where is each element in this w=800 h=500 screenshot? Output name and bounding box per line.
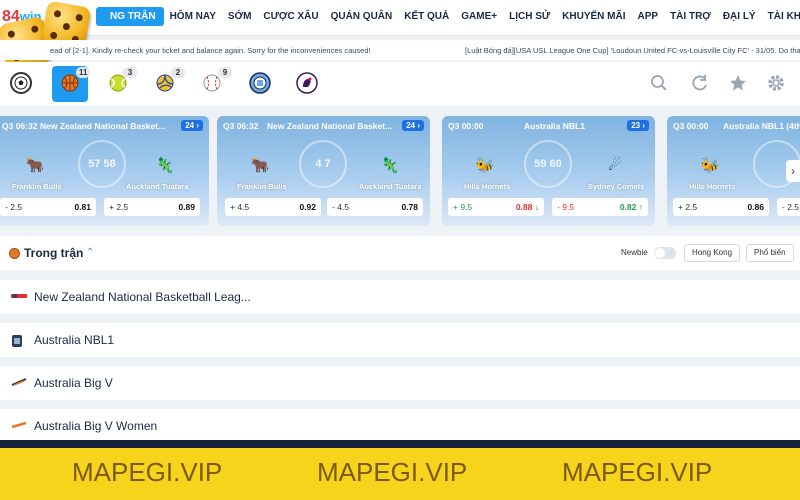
match-time: Q3 00:00 (448, 121, 484, 131)
comet-logo-icon: ☄ (608, 157, 622, 174)
nav-item-promotions[interactable]: KHUYẾN MÃI (556, 7, 631, 26)
market-count-button[interactable]: 23 › (627, 120, 649, 131)
soccer-ball-icon[interactable] (10, 72, 32, 94)
match-card[interactable]: Q3 00:00 Australia NBL1 (4th 🐝 Hills Hor… (667, 116, 800, 226)
odds-format-select[interactable]: Hong Kong (684, 244, 741, 262)
top-navigation: 84win NG TRẬN HÔM NAY SỚM CƯỢC XÂU QUÁN … (0, 0, 800, 36)
hornet-logo-icon: 🐝 (475, 157, 495, 174)
league-row[interactable]: Australia Big V (0, 366, 800, 400)
market-count-button[interactable]: 24 › (181, 120, 203, 131)
tuatara-logo-icon: 🦎 (380, 157, 400, 174)
big-v-women-logo-icon (11, 420, 27, 432)
match-card[interactable]: Q3 00:00 Australia NBL1 23 › 59 60 🐝 ☄ H… (442, 116, 655, 226)
nav-item-app[interactable]: APP (632, 7, 665, 26)
away-team: Auckland Tuatara (359, 182, 422, 191)
odds-home[interactable]: - 2.5 0.81 (0, 198, 96, 216)
in-play-header: Trong trận ⌃ Newbie Hong Kong Phổ biến (0, 236, 800, 270)
league-name: Australia Big V (34, 376, 113, 390)
ticker-text-right: [Luật Bóng đá][USA USL League One Cup] '… (465, 46, 800, 55)
nav-item-in-play[interactable]: NG TRẬN (96, 7, 164, 26)
search-icon[interactable] (650, 74, 668, 97)
odds-away[interactable]: - 2.5 (777, 198, 800, 216)
basketball-count-badge: 11 (76, 67, 91, 78)
away-team: Sydney Comets (588, 182, 645, 191)
match-time: Q3 00:00 (673, 121, 709, 131)
chevron-right-icon[interactable]: › (786, 160, 800, 182)
arrow-down-icon: ↓ (532, 202, 539, 212)
league-name: Australia NBL1 (34, 333, 115, 347)
newbie-toggle[interactable] (654, 247, 676, 259)
score-crest: 59 60 (524, 140, 572, 188)
nav-item-outright[interactable]: QUÁN QUÂN (325, 7, 399, 26)
nav-item-today[interactable]: HÔM NAY (164, 7, 222, 26)
odds-away[interactable]: + 2.5 0.89 (104, 198, 200, 216)
league-row[interactable]: New Zealand National Basketball Leag... (0, 280, 800, 314)
nzl-flag-icon (11, 291, 27, 303)
nav-item-game-plus[interactable]: GAME+ (455, 7, 503, 26)
nbl1-logo-icon (11, 334, 27, 347)
odds-home[interactable]: + 2.5 0.86 (673, 198, 769, 216)
nav-menu: NG TRẬN HÔM NAY SỚM CƯỢC XÂU QUÁN QUÂN K… (96, 7, 800, 26)
news-ticker: ead of [2-1]. Kindly re-check your ticke… (0, 40, 800, 60)
odds-home[interactable]: + 4.5 0.92 (225, 198, 321, 216)
nav-item-parlay[interactable]: CƯỢC XÂU (257, 7, 324, 26)
banner-text: MAPEGI.VIP (317, 457, 468, 487)
score-crest: 57 58 (78, 140, 126, 188)
volleyball-count-badge: 2 (171, 67, 185, 78)
nav-item-agent[interactable]: ĐẠI LÝ (717, 7, 762, 26)
ticker-text-left: ead of [2-1]. Kindly re-check your ticke… (50, 46, 371, 55)
hornet-logo-icon: 🐝 (700, 157, 720, 174)
match-league: New Zealand National Basket... (267, 121, 393, 131)
arrow-up-icon: ↑ (636, 202, 643, 212)
home-team: Franklin Bulls (237, 182, 287, 191)
home-team: Franklin Bulls (12, 182, 62, 191)
big-v-logo-icon (11, 377, 27, 389)
nav-item-account[interactable]: TÀI KHOẢN (762, 7, 800, 26)
home-team: Hills Hornets (464, 182, 511, 191)
match-time: Q3 06:32 (2, 121, 38, 131)
match-card[interactable]: Q3 06:32 New Zealand National Basket... … (217, 116, 430, 226)
league-name: New Zealand National Basketball Leag... (34, 290, 251, 304)
tuatara-logo-icon: 🦎 (155, 157, 175, 174)
league-row[interactable]: Australia NBL1 (0, 323, 800, 357)
chevron-up-icon[interactable]: ⌃ (86, 247, 94, 258)
bull-logo-icon: 🐂 (250, 157, 270, 174)
premier-league-lion-icon[interactable] (296, 72, 318, 94)
away-team: Auckland Tuatara (126, 182, 189, 191)
featured-matches: Q3 06:32 New Zealand National Basket... … (0, 116, 800, 226)
nav-item-sponsor[interactable]: TÀI TRỢ (664, 7, 717, 26)
home-team: Hills Hornets (689, 182, 736, 191)
score-crest: 4 7 (299, 140, 347, 188)
match-league: Australia NBL1 (4th (723, 121, 800, 131)
nav-item-results[interactable]: KẾT QUẢ (398, 7, 455, 26)
banner-text: MAPEGI.VIP (562, 457, 713, 487)
refresh-icon[interactable] (691, 74, 709, 97)
match-card[interactable]: Q3 06:32 New Zealand National Basket... … (0, 116, 209, 226)
nav-item-history[interactable]: LỊCH SỬ (503, 7, 556, 26)
banner-text: MAPEGI.VIP (72, 457, 223, 487)
market-count-button[interactable]: 24 › (402, 120, 424, 131)
sport-selector: 11 3 2 9 (0, 62, 800, 106)
section-title: Trong trận (24, 246, 84, 260)
basketball-icon (9, 248, 20, 259)
match-league: New Zealand National Basket... (40, 121, 166, 131)
footer-divider (0, 440, 800, 448)
tennis-count-badge: 3 (123, 67, 137, 78)
nav-item-early[interactable]: SỚM (222, 7, 258, 26)
odds-away[interactable]: - 9.5 0.82 ↑ (552, 198, 648, 216)
gear-icon[interactable] (767, 74, 785, 97)
league-name: Australia Big V Women (34, 419, 158, 433)
promo-banner: MAPEGI.VIP MAPEGI.VIP MAPEGI.VIP (0, 448, 800, 500)
bull-logo-icon: 🐂 (25, 157, 45, 174)
baseball-count-badge: 9 (218, 67, 232, 78)
odds-home[interactable]: + 9.5 0.88 ↓ (448, 198, 544, 216)
manchester-city-crest-icon[interactable] (249, 72, 271, 94)
newbie-label: Newbie (621, 248, 648, 257)
league-row[interactable]: Australia Big V Women (0, 409, 800, 443)
view-mode-select[interactable]: Phổ biến (746, 244, 794, 262)
match-league: Australia NBL1 (524, 121, 585, 131)
star-icon[interactable] (729, 74, 747, 97)
odds-away[interactable]: - 4.5 0.78 (327, 198, 423, 216)
match-time: Q3 06:32 (223, 121, 259, 131)
